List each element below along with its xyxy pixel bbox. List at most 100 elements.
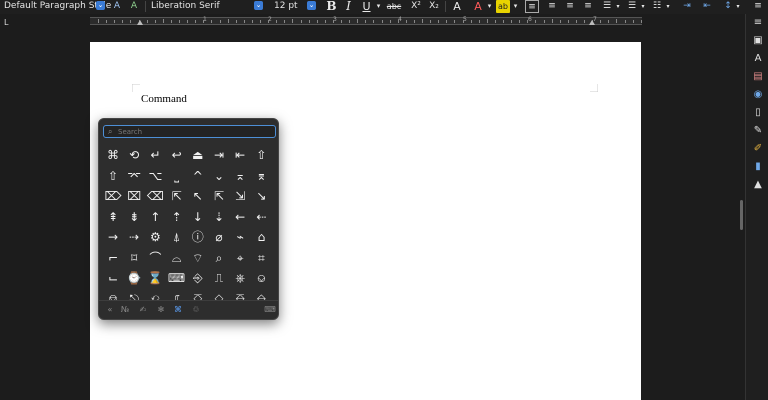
category-handwriting-icon[interactable]: ✍ [137,304,149,316]
new-style-icon[interactable]: A [127,0,141,13]
navigator-icon[interactable]: ◉ [751,88,765,102]
glyph-cell[interactable]: ⚙ [145,227,165,247]
glyph-cell[interactable]: ⎒ [251,289,271,301]
glyph-cell[interactable]: ↵ [145,145,165,165]
glyph-cell[interactable]: ⎉ [251,268,271,288]
glyph-cell[interactable]: ⌦ [103,186,123,206]
category-latin-icon[interactable]: « [104,304,116,316]
line-spacing-dropdown-icon[interactable]: ▾ [735,0,741,13]
glyph-cell[interactable]: ⇡ [167,207,187,227]
glyph-cell[interactable]: ⌤ [124,166,144,186]
update-style-icon[interactable]: A [110,0,124,13]
glyph-cell[interactable]: ⌫ [145,186,165,206]
italic-button[interactable]: I [342,0,355,13]
font-size-dropdown-icon[interactable]: ⌄ [307,1,316,10]
underline-dropdown-icon[interactable]: ▾ [375,0,382,13]
glyph-cell[interactable]: ⎆ [188,268,208,288]
glyph-cell[interactable]: ^ [188,166,208,186]
glyph-cell[interactable]: ⇤ [230,145,250,165]
glyph-cell[interactable]: ⇠ [251,207,271,227]
glyph-cell[interactable]: ⓘ [188,227,208,247]
style-inspector-icon[interactable]: ✎ [751,124,765,138]
outline-list-dropdown-icon[interactable]: ▾ [665,0,671,13]
glyph-cell[interactable]: ⌔ [188,248,208,268]
glyph-cell[interactable]: ⍋ [167,227,187,247]
increase-indent-icon[interactable]: ⇥ [680,0,694,13]
glyph-cell[interactable]: ← [230,207,250,227]
more-options-icon[interactable]: ≡ [752,0,764,13]
glyph-cell[interactable]: ⇥ [209,145,229,165]
highlight-dropdown-icon[interactable]: ▾ [512,0,519,13]
category-recycle-icon[interactable]: ♲ [190,304,202,316]
glyph-cell[interactable]: ⌂ [251,227,271,247]
styles-icon[interactable]: A [751,52,765,66]
align-center-icon[interactable]: ≡ [545,0,559,13]
font-color-dropdown-icon[interactable]: ▾ [486,0,493,13]
glyph-cell[interactable]: ⌐ [103,248,123,268]
font-size-select[interactable]: 12 pt [274,0,298,13]
underline-button[interactable]: U [360,0,373,13]
line-spacing-icon[interactable]: ↕ [722,0,734,13]
justify-icon[interactable]: ≡ [581,0,595,13]
properties-icon[interactable]: ▣ [751,34,765,48]
bold-button[interactable]: B [325,0,338,13]
glyph-cell[interactable]: ⎵ [167,166,187,186]
glyph-cell[interactable]: ⏏ [188,145,208,165]
glyph-cell[interactable]: ⇣ [209,207,229,227]
glyph-cell[interactable]: ⌖ [230,248,250,268]
category-letterlike-icon[interactable]: № [119,304,131,316]
glyph-cell[interactable]: ↑ [145,207,165,227]
glyph-cell[interactable]: ⎋ [124,289,144,301]
glyph-cell[interactable]: ⌆ [251,166,271,186]
glyph-cell[interactable]: ⇲ [230,186,250,206]
numbered-list-dropdown-icon[interactable]: ▾ [640,0,646,13]
glyph-cell[interactable]: ⎌ [145,289,165,301]
keyboard-icon[interactable]: ⌨ [264,304,276,316]
search-field[interactable]: ⌕ [103,125,276,138]
glyph-cell[interactable]: ⇱ [167,186,187,206]
glyph-cell[interactable]: ⌧ [124,186,144,206]
glyph-cell[interactable]: ⎏ [188,289,208,301]
manage-changes-icon[interactable]: ✐ [751,142,765,156]
glyph-cell[interactable]: ⌘ [103,145,123,165]
glyph-cell[interactable]: ⌗ [251,248,271,268]
superscript-button[interactable]: X² [410,0,422,13]
glyph-cell[interactable]: ⌛ [145,268,165,288]
font-name-dropdown-icon[interactable]: ⌄ [254,1,263,10]
glyph-cell[interactable]: ⇱ [209,186,229,206]
strikethrough-button[interactable]: abc [386,0,402,13]
bullet-list-icon[interactable]: ☰ [600,0,614,13]
glyph-cell[interactable]: ⌑ [124,248,144,268]
glyph-cell[interactable]: ↖ [188,186,208,206]
tab-stop-selector[interactable]: L [4,18,8,27]
align-left-icon[interactable]: ≡ [525,0,539,13]
gallery-icon[interactable]: ▤ [751,70,765,84]
glyph-cell[interactable]: ↘ [251,186,271,206]
glyph-cell[interactable]: ⌄ [209,166,229,186]
highlight-color-icon[interactable]: ab [496,0,510,13]
glyph-cell[interactable]: ⇧ [251,145,271,165]
glyph-cell[interactable]: ↓ [188,207,208,227]
font-color-icon[interactable]: A [472,0,484,13]
glyph-cell[interactable]: ⌕ [209,248,229,268]
category-command-icon[interactable]: ⌘ [172,304,184,316]
glyph-cell[interactable]: ⌙ [103,268,123,288]
left-indent-marker[interactable] [137,20,143,25]
glyph-cell[interactable]: ⎈ [230,268,250,288]
glyph-cell[interactable]: ⌨ [167,268,187,288]
glyph-cell[interactable]: ⟲ [124,145,144,165]
page-icon[interactable]: ▯ [751,106,765,120]
glyph-cell[interactable]: ⎍ [209,268,229,288]
glyph-cell[interactable]: ⇧ [103,166,123,186]
glyph-cell[interactable]: ⎊ [103,289,123,301]
glyph-cell[interactable]: ⎐ [209,289,229,301]
sidebar-menu-icon[interactable]: ≡ [751,16,765,30]
search-input[interactable] [118,126,268,137]
right-indent-marker[interactable] [589,20,595,25]
category-symbols-icon[interactable]: ✻ [155,304,167,316]
subscript-button[interactable]: X₂ [428,0,440,13]
scrollbar-thumb[interactable] [740,200,743,230]
decrease-indent-icon[interactable]: ⇤ [700,0,714,13]
font-name-select[interactable]: Liberation Serif [151,0,220,13]
design-icon[interactable]: ▮ [751,160,765,174]
